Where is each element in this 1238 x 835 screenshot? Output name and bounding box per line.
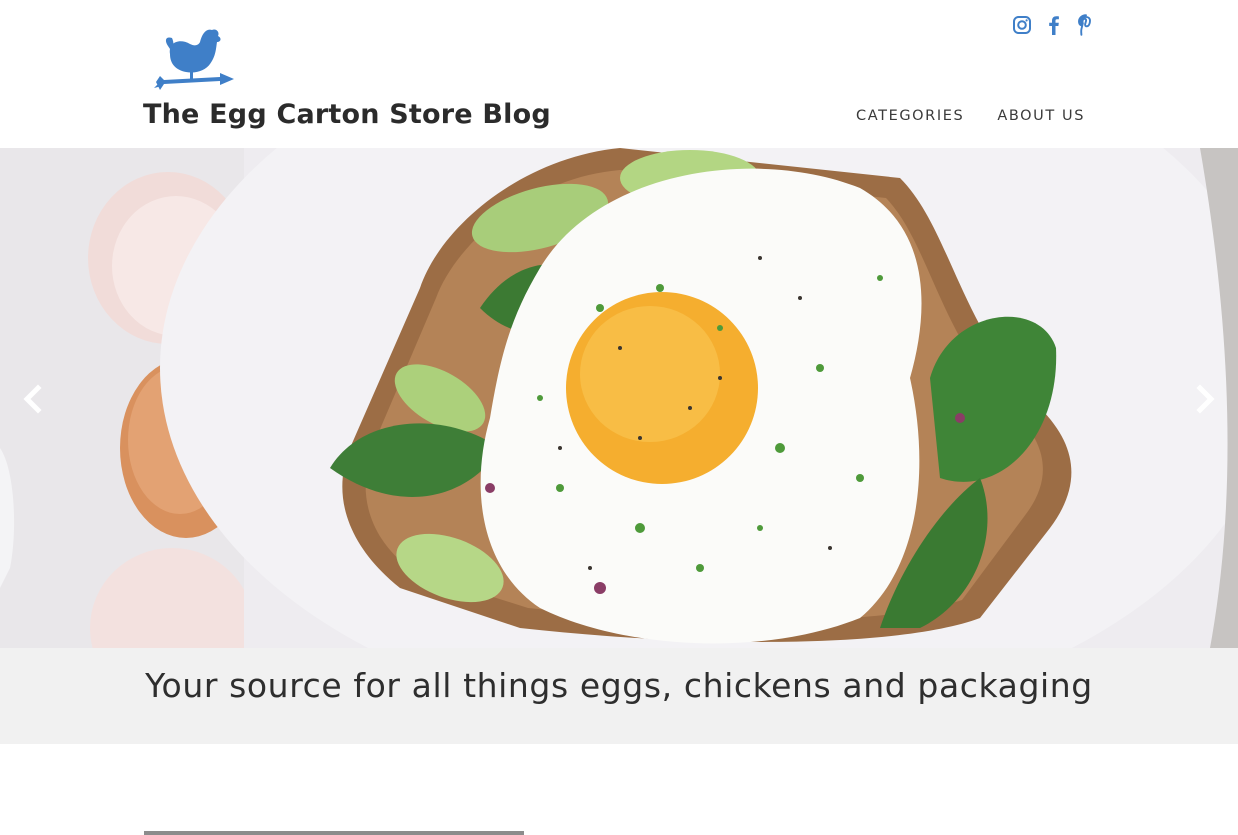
site-header: The Egg Carton Store Blog CATEGORIES ABO…	[0, 0, 1238, 148]
post-thumbnail[interactable]	[144, 831, 524, 835]
instagram-icon[interactable]	[1012, 14, 1032, 36]
tagline-band: Your source for all things eggs, chicken…	[0, 648, 1238, 744]
social-links	[1012, 13, 1096, 37]
main-nav: CATEGORIES ABOUT US	[856, 108, 1085, 124]
pinterest-icon[interactable]	[1076, 14, 1096, 36]
carousel-prev-icon[interactable]	[18, 384, 48, 414]
site-tagline: Your source for all things eggs, chicken…	[145, 666, 1093, 705]
carousel-next-icon[interactable]	[1190, 384, 1220, 414]
nav-item-about-us[interactable]: ABOUT US	[997, 108, 1085, 124]
facebook-icon[interactable]	[1044, 14, 1064, 36]
site-title[interactable]: The Egg Carton Store Blog	[143, 99, 551, 130]
rooster-weathervane-icon[interactable]	[150, 24, 238, 96]
nav-item-categories[interactable]: CATEGORIES	[856, 108, 964, 124]
hero-carousel[interactable]	[0, 148, 1238, 648]
hero-slide-image	[0, 148, 1238, 648]
